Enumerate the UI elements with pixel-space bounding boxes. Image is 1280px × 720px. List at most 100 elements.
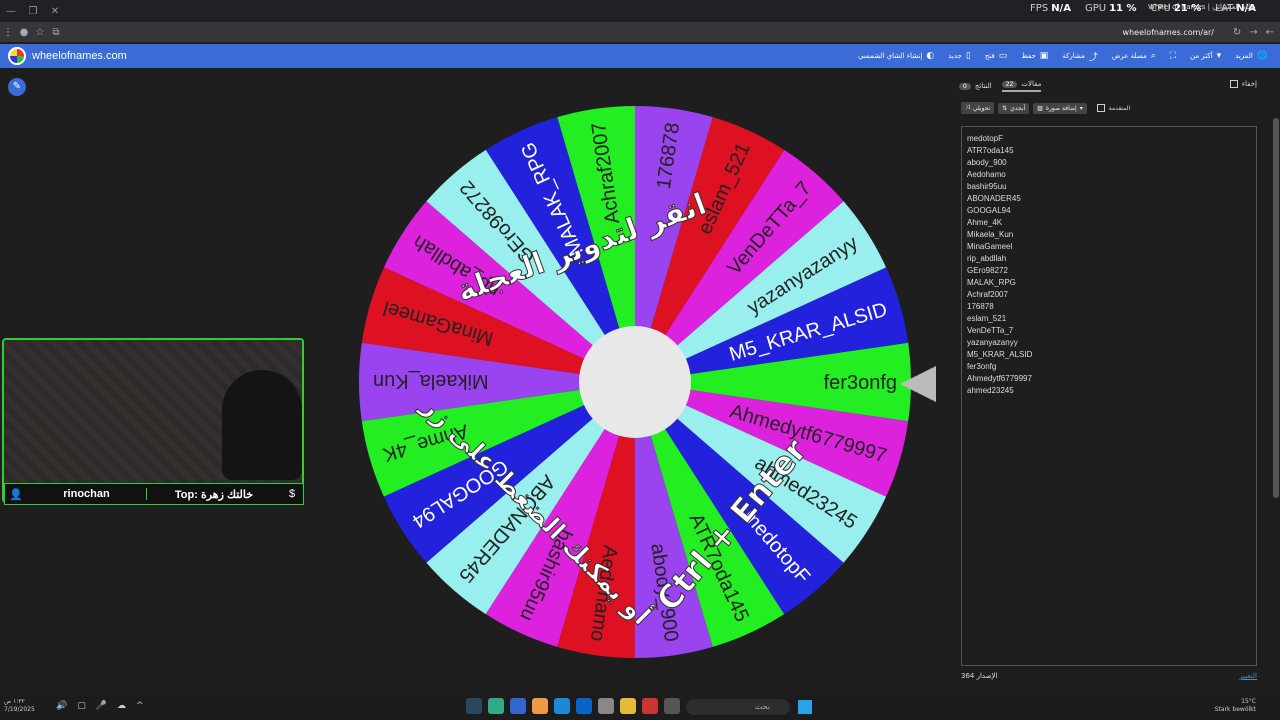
entry-line: GOOGAL94 (967, 206, 1011, 215)
back-icon[interactable]: ← (1266, 27, 1274, 38)
wheel-svg[interactable]: fer3onfgM5_KRAR_ALSIDyazanyazanyyVenDeTT… (355, 102, 915, 662)
advanced-toggle[interactable]: المتقدمة (1096, 104, 1130, 112)
entry-line: yazanyazanyy (967, 338, 1018, 347)
advanced-checkbox[interactable] (1096, 104, 1105, 112)
entry-line: ATR7oda145 (967, 146, 1014, 155)
webcam-info-bar: 👤 rinochan Top: خالتك زهرة $ (4, 483, 304, 505)
brand-name[interactable]: wheelofnames.com (32, 50, 127, 62)
entries-panel: مقالات 22 النتائج 0 إخفاء ⤨ تحويلي ⇅ أبجدي ▨… (953, 76, 1271, 686)
menu-more[interactable]: 🌐 المزيد (1235, 51, 1268, 61)
cloud-icon[interactable]: ☁ (117, 701, 126, 711)
profile-icon[interactable]: ● (16, 27, 32, 38)
network-icon[interactable]: ▢ (77, 701, 86, 711)
entry-line: medotopF (967, 134, 1004, 143)
wheel-pointer-icon (900, 366, 936, 402)
sort-button[interactable]: ⇅ أبجدي (998, 102, 1030, 114)
menu-save[interactable]: ▣ حفظ (1021, 51, 1048, 61)
speaker-icon[interactable]: 🔊 (56, 701, 67, 711)
webcam-person (222, 370, 302, 480)
menu-dots-icon[interactable]: ⋮ (0, 27, 16, 38)
mic-icon[interactable]: 🎤 (96, 701, 107, 711)
reload-icon[interactable]: ↻ (1233, 27, 1241, 38)
stat-gpu: GPU 11 % (1084, 3, 1137, 14)
menu-gallery[interactable]: ⌕ مسلة عرض (1112, 51, 1156, 61)
shuffle-button[interactable]: ⤨ تحويلي (961, 102, 995, 114)
entry-line: rip_abdllah (967, 254, 1007, 263)
menu-share[interactable]: ⤴ مشاركة (1062, 50, 1098, 63)
close-icon[interactable]: ✕ (44, 6, 66, 17)
address-bar: ⋮ ● ☆ ⧉ wheelofnames.com/ar/ ↻ → ← (0, 22, 1280, 42)
taskbar: ١:٣٢ ص 7/19/2025 🔊 ▢ 🎤 ☁ ^ بحث 15°C Star… (0, 695, 1280, 720)
entry-line: VenDeTTa_7 (967, 326, 1014, 335)
entry-line: abody_900 (967, 158, 1007, 167)
fullscreen-icon: ⛶ (1169, 51, 1177, 61)
app-red-icon[interactable] (642, 698, 658, 714)
tray-chevron-icon[interactable]: ^ (136, 701, 144, 711)
changelog-link[interactable]: التغيير (1239, 672, 1257, 680)
entry-line: bashir95uu (967, 182, 1007, 191)
sort-icon: ⇅ (1002, 104, 1008, 112)
browser-tab-title[interactable]: Wheel of Names | نظام العشوائي (1148, 3, 1268, 11)
window-titlebar: — ❐ ✕ FPS N/A GPU 11 % CPU 21 % LAT N/A Whee… (0, 0, 1280, 22)
add-image-button[interactable]: ▨ إضافة صورة ▾ (1033, 102, 1087, 114)
wheel-center[interactable] (579, 326, 691, 438)
hide-toggle[interactable]: إخفاء (1229, 80, 1257, 88)
tab-results[interactable]: النتائج 0 (959, 80, 992, 92)
entry-line: MALAK_RPG (967, 278, 1016, 287)
windows-start-icon[interactable] (798, 700, 812, 714)
minimize-icon[interactable]: — (0, 6, 22, 17)
entry-line: Mikaela_Kun (967, 230, 1014, 239)
chrome-icon[interactable] (532, 698, 548, 714)
restore-icon[interactable]: ❐ (22, 6, 44, 17)
entry-line: Ahme_4K (967, 218, 1003, 227)
url-field[interactable]: wheelofnames.com/ar/ (1123, 28, 1214, 37)
top-donor: Top: خالتك زهرة (174, 488, 254, 501)
widgets-icon[interactable] (664, 698, 680, 714)
taskbar-search[interactable]: بحث (686, 699, 790, 715)
entry-line: fer3onfg (967, 362, 997, 371)
streamer-name: rinochan (27, 488, 147, 500)
edge-icon[interactable] (554, 698, 570, 714)
menu-new[interactable]: ▯ جديد (948, 51, 971, 61)
weather-widget[interactable]: 15°C Stark bewölkt (1215, 698, 1256, 714)
wheel-segment-label: Mikaela_Kun (373, 370, 489, 392)
share-icon: ⤴ (1088, 52, 1098, 63)
file-explorer-icon[interactable] (620, 698, 636, 714)
menu-open[interactable]: ▭ فتح (985, 51, 1008, 61)
extensions-icon[interactable]: ⧉ (48, 27, 64, 38)
version-label: الإصدار 364 (961, 672, 998, 680)
menu-fullscreen[interactable]: ⛶ (1170, 51, 1176, 61)
palette-icon: ◐ (926, 51, 935, 61)
tab-entries[interactable]: مقالات 22 (1001, 80, 1042, 92)
new-file-icon: ▯ (965, 51, 971, 61)
wheel-segment-label: fer3onfg (824, 372, 897, 394)
discord-icon[interactable] (510, 698, 526, 714)
menu-customize[interactable]: ◐ إنشاء الشاي الشمسي (858, 51, 934, 61)
wheel-logo-icon[interactable] (8, 47, 26, 65)
webcam-overlay (2, 338, 304, 503)
entry-line: Aedohamo (967, 170, 1006, 179)
taskview-icon[interactable] (598, 698, 614, 714)
entry-line: ABONADER45 (967, 194, 1021, 203)
entries-textarea[interactable]: medotopF ATR7oda145 abody_900 Aedohamo bashi… (961, 126, 1257, 666)
taskbar-clock[interactable]: ١:٣٢ ص 7/19/2025 (4, 698, 35, 714)
menu-other[interactable]: ▾ أكثر من (1190, 51, 1221, 61)
steam-icon[interactable] (466, 698, 482, 714)
page-scrollbar[interactable] (1273, 118, 1279, 498)
shuffle-icon: ⤨ (965, 104, 970, 111)
stat-fps: FPS N/A (1030, 3, 1071, 14)
wheel[interactable]: fer3onfg M5_KRAR_ALSID yazanyazanyy VenDeTT… (355, 102, 915, 662)
main-area: ✎ fer3onfg M5_KRAR_ALSID yazanyazanyy VenDe… (0, 68, 1280, 695)
hide-checkbox[interactable] (1229, 80, 1238, 88)
chevron-down-icon: ▾ (1079, 104, 1083, 112)
entry-line: GEro98272 (967, 266, 1008, 275)
bookmark-star-icon[interactable]: ☆ (32, 27, 48, 38)
app-green-icon[interactable] (488, 698, 504, 714)
header-menu: 🌐 المزيد ▾ أكثر من ⛶ ⌕ مسلة عرض ⤴ مشاركة ▣ حف… (858, 44, 1268, 68)
entry-line: ahmed23245 (967, 386, 1014, 395)
edit-pencil-icon[interactable]: ✎ (8, 78, 26, 96)
save-icon: ▣ (1039, 51, 1049, 61)
outlook-icon[interactable] (576, 698, 592, 714)
forward-icon[interactable]: → (1249, 27, 1257, 38)
search-icon: ⌕ (1150, 51, 1156, 61)
